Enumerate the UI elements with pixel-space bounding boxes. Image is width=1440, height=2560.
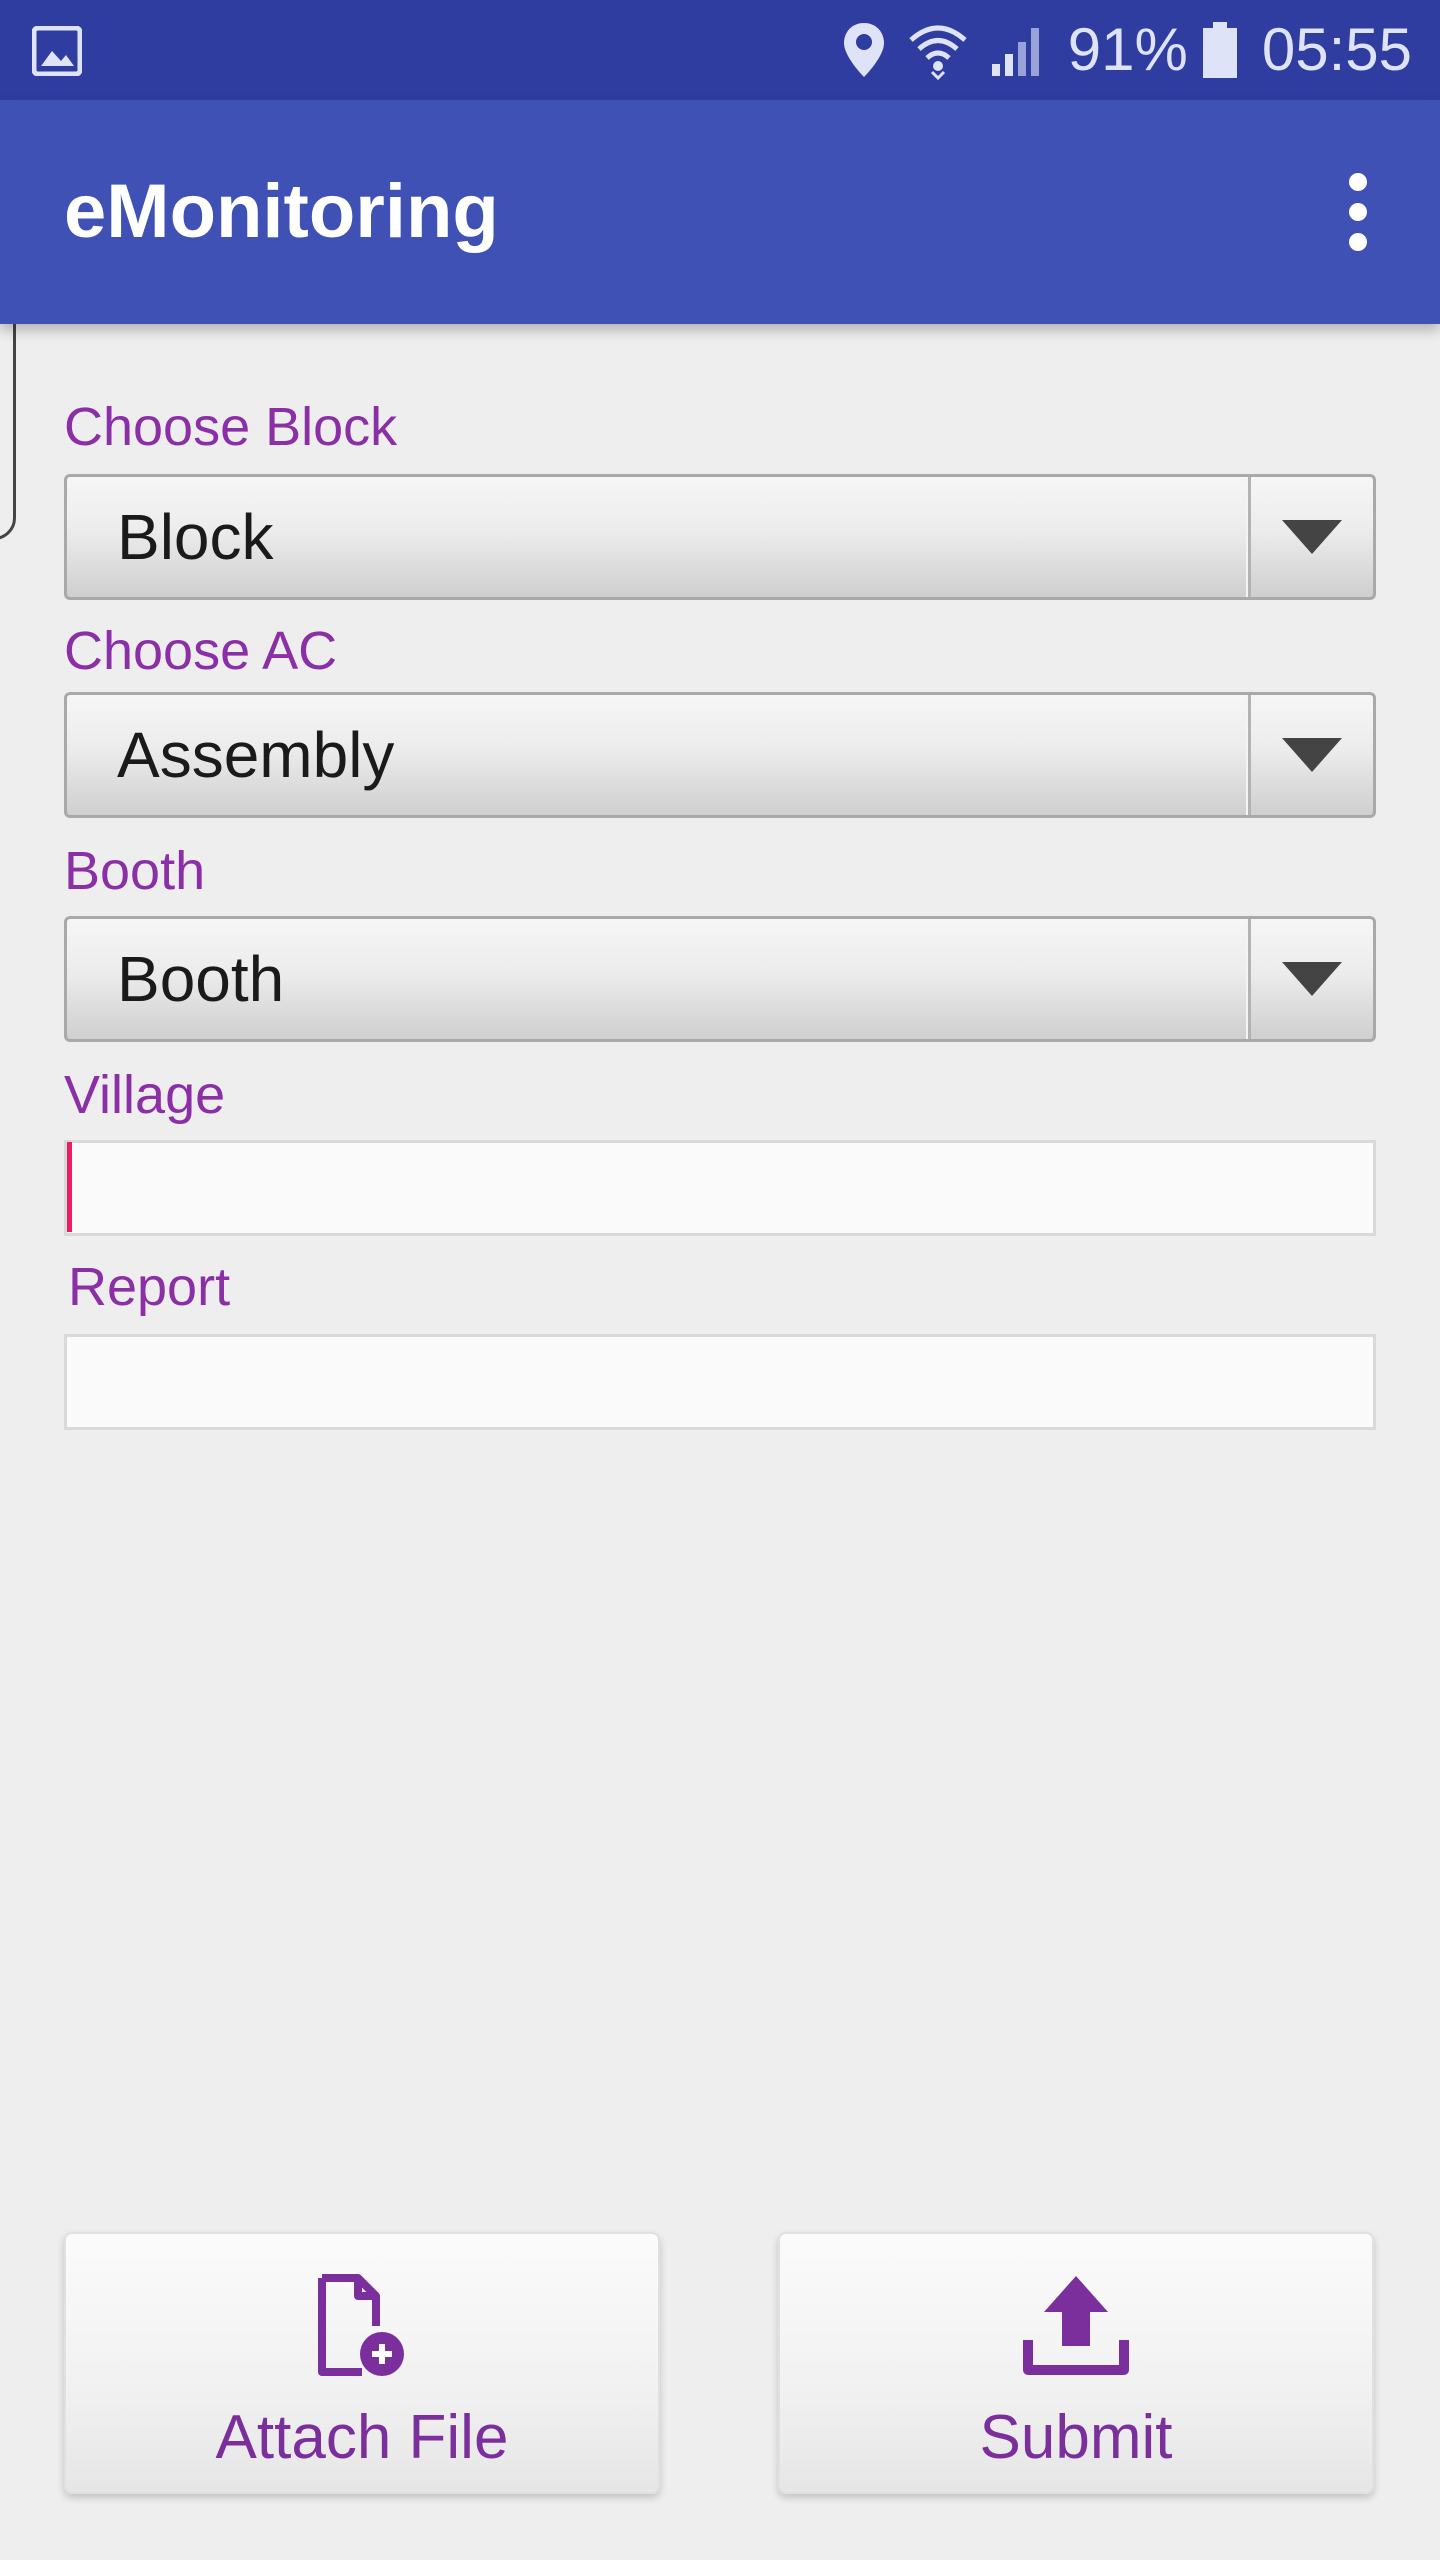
gallery-icon xyxy=(32,26,82,76)
village-label: Village xyxy=(64,1065,226,1125)
status-icons: 91% 05:55 xyxy=(842,0,1412,100)
block-spinner[interactable]: Block xyxy=(64,474,1376,600)
submit-button[interactable]: Submit xyxy=(778,2232,1374,2494)
overflow-menu-icon[interactable] xyxy=(1308,162,1408,262)
submit-label: Submit xyxy=(979,2403,1173,2472)
attach-file-button[interactable]: Attach File xyxy=(64,2232,660,2494)
booth-spinner-value: Booth xyxy=(67,919,1251,1039)
location-icon xyxy=(843,23,884,77)
upload-icon xyxy=(1023,2276,1129,2375)
booth-label: Booth xyxy=(64,841,206,901)
dropdown-arrow-icon[interactable] xyxy=(1251,477,1373,597)
clock: 05:55 xyxy=(1261,16,1412,83)
text-cursor xyxy=(67,1142,72,1232)
battery-icon xyxy=(1202,22,1237,78)
attach-file-icon xyxy=(318,2274,404,2376)
dropdown-arrow-icon[interactable] xyxy=(1251,695,1373,815)
ac-spinner-value: Assembly xyxy=(67,695,1251,815)
booth-spinner[interactable]: Booth xyxy=(64,916,1376,1042)
attach-file-label: Attach File xyxy=(215,2403,509,2472)
signal-icon xyxy=(991,28,1039,76)
status-bar: 91% 05:55 xyxy=(0,0,1440,100)
wifi-icon xyxy=(909,25,967,80)
dropdown-arrow-icon[interactable] xyxy=(1251,919,1373,1039)
report-label: Report xyxy=(68,1257,231,1317)
app-bar: eMonitoring xyxy=(0,100,1440,324)
village-input[interactable] xyxy=(64,1140,1376,1236)
battery-percent: 91% xyxy=(1067,16,1188,83)
ac-spinner[interactable]: Assembly xyxy=(64,692,1376,818)
report-input[interactable] xyxy=(64,1334,1376,1430)
block-spinner-value: Block xyxy=(67,477,1251,597)
choose-ac-label: Choose AC xyxy=(64,621,338,681)
app-title: eMonitoring xyxy=(64,169,499,254)
choose-block-label: Choose Block xyxy=(64,397,398,457)
